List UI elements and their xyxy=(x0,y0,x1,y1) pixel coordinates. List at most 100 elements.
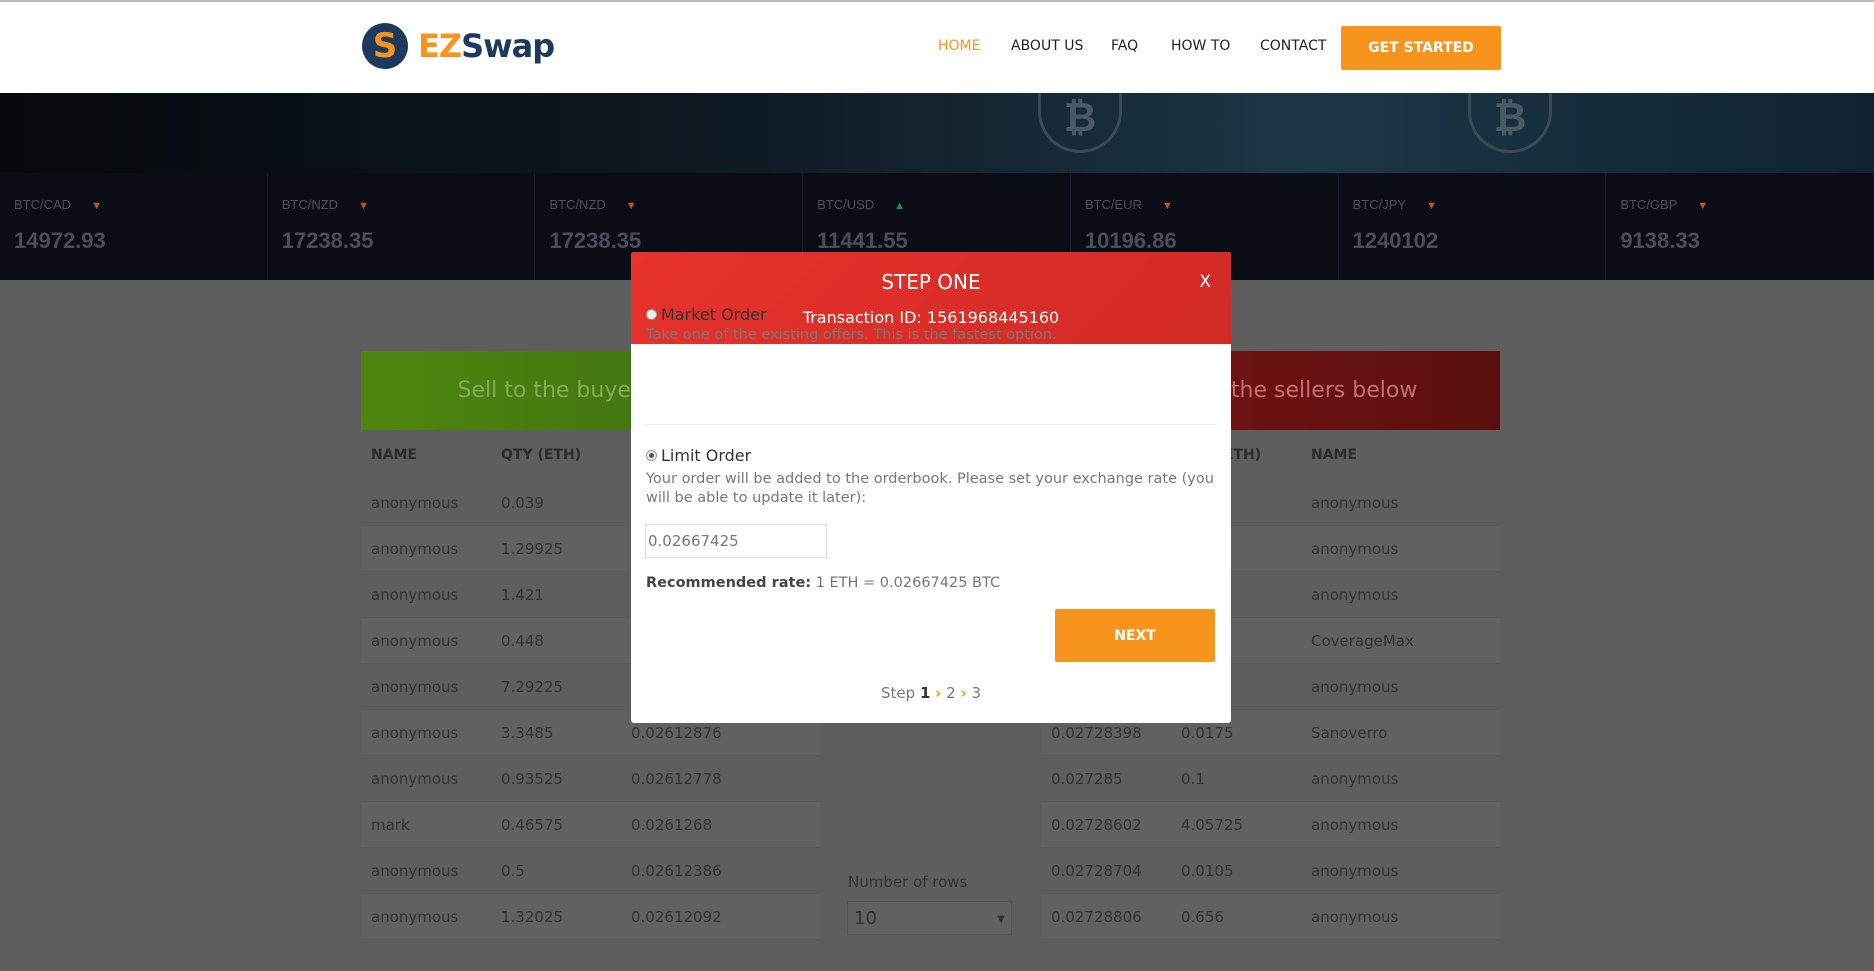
nav-home[interactable]: HOME xyxy=(938,38,980,54)
market-order-radio[interactable]: Market Order xyxy=(646,305,767,324)
step-2: 2 xyxy=(946,684,956,702)
table-row[interactable]: anonymous 1.32025 0.02612092 xyxy=(361,894,820,940)
divider xyxy=(646,424,1216,425)
table-cell: anonymous xyxy=(371,539,459,558)
pair-label: BTC/NZD xyxy=(549,197,606,212)
table-cell: 0.5 xyxy=(501,861,525,880)
table-cell: anonymous xyxy=(371,677,459,696)
table-row[interactable]: 0.02728806 0.656 anonymous xyxy=(1041,894,1500,940)
column-header[interactable]: NAME xyxy=(361,447,491,463)
limit-order-radio[interactable]: Limit Order xyxy=(646,446,751,465)
bitcoin-icon: ₿ xyxy=(1468,93,1552,153)
column-header[interactable]: NAME xyxy=(1301,447,1500,463)
arrow-down-icon: ▼ xyxy=(358,200,369,212)
table-cell: anonymous xyxy=(1311,539,1399,558)
bitcoin-icon: ₿ xyxy=(1038,93,1122,153)
table-cell: 0.656 xyxy=(1181,907,1224,926)
chevron-right-icon: › xyxy=(960,684,967,702)
dropdown-arrow-icon: ▼ xyxy=(997,914,1005,925)
ticker-value: 17238.35 xyxy=(549,228,642,253)
table-cell: 0.02728704 xyxy=(1051,861,1142,880)
nav-how-to[interactable]: HOW TO xyxy=(1171,38,1230,54)
option-label: Market Order xyxy=(661,305,767,324)
table-cell: anonymous xyxy=(1311,585,1399,604)
table-cell: anonymous xyxy=(371,493,459,512)
table-cell: 0.02728602 xyxy=(1051,815,1142,834)
table-cell: 0.02728806 xyxy=(1051,907,1142,926)
arrow-down-icon: ▼ xyxy=(625,200,637,212)
logo-text: Swap xyxy=(461,27,555,65)
rows-select[interactable]: 10 ▼ xyxy=(847,901,1012,935)
pair-label: BTC/EUR xyxy=(1084,197,1142,212)
table-cell: anonymous xyxy=(1311,677,1399,696)
ticker-value: 11441.55 xyxy=(817,228,908,253)
logo-icon: S xyxy=(362,23,408,69)
rec-label: Recommended rate: xyxy=(646,575,812,591)
table-cell: anonymous xyxy=(371,907,459,926)
arrow-down-icon: ▼ xyxy=(1161,200,1173,212)
next-button[interactable]: NEXT xyxy=(1055,609,1215,662)
table-cell: mark xyxy=(371,815,410,834)
logo-text: EZ xyxy=(418,27,462,65)
table-cell: anonymous xyxy=(371,631,459,650)
rows-label: Number of rows xyxy=(848,873,968,891)
table-cell: anonymous xyxy=(371,861,459,880)
pair-label: BTC/USD xyxy=(817,197,875,212)
table-cell: 0.02612778 xyxy=(631,769,722,788)
nav-about-us[interactable]: ABOUT US xyxy=(1011,38,1083,54)
table-cell: 0.93525 xyxy=(501,769,564,788)
logo[interactable]: S EZSwap xyxy=(362,23,555,69)
table-cell: Sanoverro xyxy=(1311,723,1388,742)
modal-title: STEP ONE xyxy=(881,270,981,294)
column-header[interactable]: QTY (ETH) xyxy=(491,447,621,463)
close-button[interactable]: X xyxy=(1199,272,1211,292)
ticker-pair: BTC/USD ▲ xyxy=(817,197,1070,212)
ticker-value: 10196.86 xyxy=(1084,228,1177,253)
table-cell: 4.05725 xyxy=(1181,815,1244,834)
step-3: 3 xyxy=(971,684,981,702)
table-row[interactable]: 0.02728602 4.05725 anonymous xyxy=(1041,802,1500,848)
nav-faq[interactable]: FAQ xyxy=(1111,38,1138,54)
nav-contact[interactable]: CONTACT xyxy=(1260,38,1326,54)
ticker-item: BTC/NZD ▼ 17238.35 xyxy=(268,173,536,280)
table-cell: 1.29925 xyxy=(501,539,564,558)
step-1: 1 xyxy=(919,684,931,702)
arrow-down-icon: ▼ xyxy=(1697,200,1709,212)
table-cell: 0.02728398 xyxy=(1051,723,1142,742)
chevron-right-icon: › xyxy=(935,684,942,702)
ticker-pair: BTC/EUR ▼ xyxy=(1085,197,1338,212)
step-indicator: Step 1 › 2 › 3 xyxy=(631,684,1231,702)
pair-label: BTC/GBP xyxy=(1620,197,1678,212)
table-cell: 1.421 xyxy=(501,585,544,604)
table-cell: 0.02612092 xyxy=(631,907,722,926)
table-cell: 0.0261268 xyxy=(631,815,713,834)
radio-icon[interactable] xyxy=(646,309,657,320)
table-row[interactable]: 0.027285 0.1 anonymous xyxy=(1041,756,1500,802)
table-cell: 0.02612386 xyxy=(631,861,722,880)
ticker-item: BTC/CAD ▼ 14972.93 xyxy=(0,173,268,280)
get-started-button[interactable]: GET STARTED xyxy=(1341,26,1501,70)
radio-icon[interactable] xyxy=(646,450,657,461)
table-row[interactable]: 0.02728704 0.0105 anonymous xyxy=(1041,848,1500,894)
table-row[interactable]: anonymous 0.93525 0.02612778 xyxy=(361,756,820,802)
market-order-desc: Take one of the existing offers. This is… xyxy=(646,327,1057,343)
ticker-pair: BTC/NZD ▼ xyxy=(549,197,802,212)
ticker-value: 9138.33 xyxy=(1620,228,1700,253)
ticker-item: BTC/JPY ▼ 1240102 xyxy=(1339,173,1607,280)
arrow-down-icon: ▼ xyxy=(91,200,102,212)
table-cell: 0.027285 xyxy=(1051,769,1123,788)
table-row[interactable]: anonymous 0.5 0.02612386 xyxy=(361,848,820,894)
table-row[interactable]: mark 0.46575 0.0261268 xyxy=(361,802,820,848)
table-cell: anonymous xyxy=(1311,907,1399,926)
recommended-rate: Recommended rate: 1 ETH = 0.02667425 BTC xyxy=(646,575,1000,591)
table-cell: 0.039 xyxy=(501,493,544,512)
table-cell: anonymous xyxy=(371,723,459,742)
table-cell: 7.29225 xyxy=(501,677,564,696)
rec-value: 1 ETH = 0.02667425 BTC xyxy=(815,575,1001,591)
ticker-value: 1240102 xyxy=(1352,228,1439,253)
table-cell: 3.3485 xyxy=(501,723,554,742)
pair-label: BTC/NZD xyxy=(281,197,339,212)
arrow-up-icon: ▲ xyxy=(894,200,906,212)
table-cell: 0.0175 xyxy=(1181,723,1234,742)
exchange-rate-input[interactable] xyxy=(645,524,827,558)
